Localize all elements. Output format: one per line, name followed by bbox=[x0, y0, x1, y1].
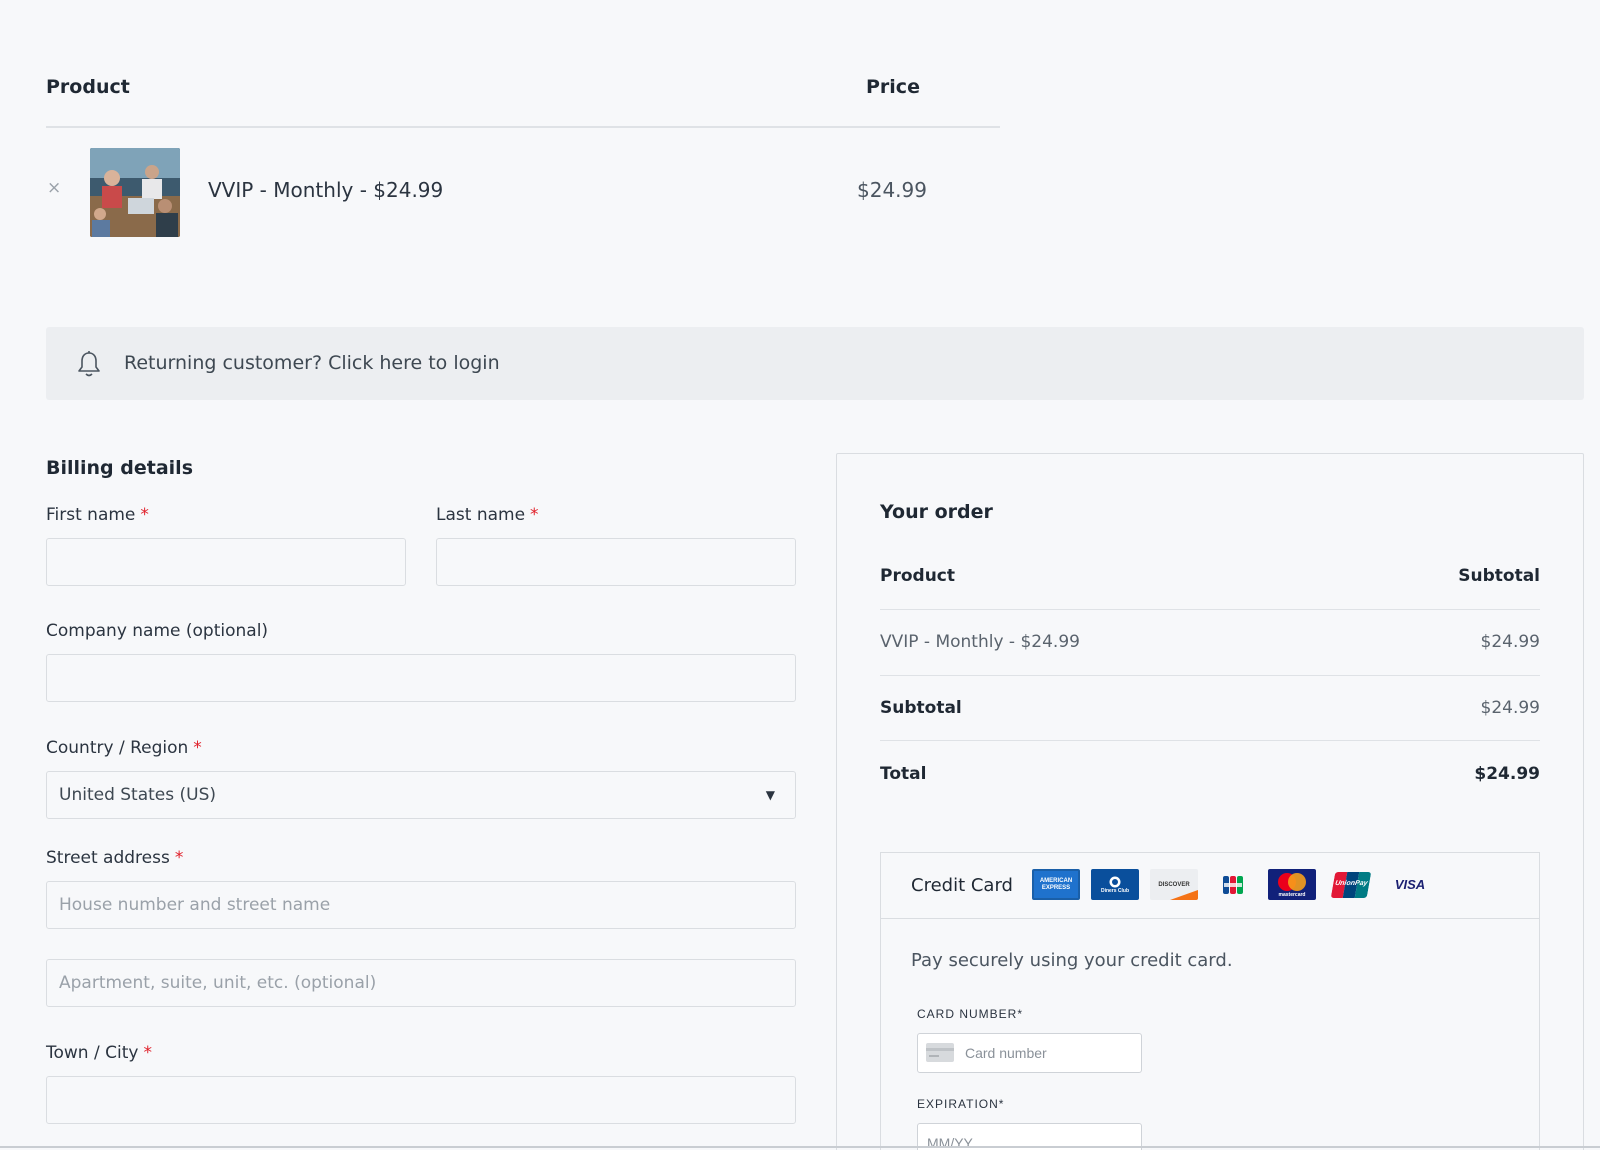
cart-divider bbox=[46, 126, 1000, 128]
bell-icon bbox=[78, 351, 100, 377]
mastercard-circles-icon bbox=[1278, 872, 1306, 891]
payment-description: Pay securely using your credit card. bbox=[911, 950, 1233, 971]
first-name-input[interactable] bbox=[46, 538, 406, 586]
country-label-text: Country / Region bbox=[46, 738, 189, 758]
discover-swoosh-icon bbox=[1170, 890, 1198, 900]
returning-customer-notice: Returning customer? Click here to login bbox=[46, 327, 1584, 400]
company-name-label: Company name (optional) bbox=[46, 621, 269, 641]
city-input[interactable] bbox=[46, 1076, 796, 1124]
mastercard-text: mastercard bbox=[1278, 891, 1306, 898]
required-mark: * bbox=[530, 505, 539, 525]
mastercard-icon: mastercard bbox=[1268, 869, 1316, 900]
order-item-name: VVIP - Monthly - $24.99 bbox=[880, 632, 1080, 652]
jcb-stripes-icon bbox=[1223, 875, 1243, 894]
unionpay-text: UnionPay bbox=[1334, 879, 1369, 887]
required-mark: * bbox=[140, 505, 149, 525]
billing-details-title: Billing details bbox=[46, 457, 193, 479]
remove-item-icon[interactable]: × bbox=[47, 180, 61, 197]
discover-text: DISCOVER bbox=[1158, 881, 1190, 888]
login-link[interactable]: Returning customer? Click here to login bbox=[124, 352, 500, 374]
diners-club-icon: Diners Club bbox=[1091, 869, 1139, 900]
cart-item-name[interactable]: VVIP - Monthly - $24.99 bbox=[208, 178, 443, 202]
required-mark: * bbox=[193, 738, 202, 758]
cart-item-price: $24.99 bbox=[857, 178, 927, 202]
credit-card-method-label[interactable]: Credit Card bbox=[911, 875, 1013, 896]
city-label: Town / City * bbox=[46, 1043, 152, 1063]
last-name-label-text: Last name bbox=[436, 505, 526, 525]
country-select[interactable]: United States (US) ▼ bbox=[46, 771, 796, 819]
visa-icon: VISA bbox=[1386, 869, 1434, 900]
diners-text: Diners Club bbox=[1100, 887, 1130, 894]
order-col-subtotal: Subtotal bbox=[1458, 566, 1540, 586]
required-mark: * bbox=[174, 848, 184, 868]
dropdown-arrow-icon: ▼ bbox=[765, 788, 775, 802]
street-address-label: Street address * bbox=[46, 848, 183, 868]
card-number-field[interactable] bbox=[917, 1033, 1142, 1073]
diners-circle-icon bbox=[1109, 876, 1121, 887]
card-number-label: CARD NUMBER* bbox=[917, 1007, 1024, 1021]
country-label: Country / Region * bbox=[46, 738, 202, 758]
order-divider bbox=[880, 675, 1540, 676]
unionpay-icon: UnionPay bbox=[1327, 869, 1375, 900]
unionpay-stripes: UnionPay bbox=[1330, 871, 1372, 898]
apartment-input[interactable] bbox=[46, 959, 796, 1007]
amex-icon: AMERICAN EXPRESS bbox=[1032, 869, 1080, 900]
last-name-label: Last name * bbox=[436, 505, 539, 525]
first-name-label: First name * bbox=[46, 505, 149, 525]
order-subtotal-value: $24.99 bbox=[1480, 698, 1540, 718]
order-total-label: Total bbox=[880, 764, 927, 784]
card-brand-icons: AMERICAN EXPRESS Diners Club DISCOVER ma… bbox=[1032, 869, 1434, 900]
first-name-label-text: First name bbox=[46, 505, 136, 525]
country-selected-value: United States (US) bbox=[59, 785, 217, 805]
city-label-text: Town / City bbox=[46, 1043, 139, 1063]
expiration-label: EXPIRATION* bbox=[917, 1097, 1005, 1111]
last-name-input[interactable] bbox=[436, 538, 796, 586]
order-subtotal-label: Subtotal bbox=[880, 698, 962, 718]
order-item-price: $24.99 bbox=[1480, 632, 1540, 652]
page-bottom-edge bbox=[0, 1146, 1600, 1148]
payment-divider bbox=[880, 918, 1540, 919]
your-order-title: Your order bbox=[880, 501, 993, 523]
street-address-input[interactable] bbox=[46, 881, 796, 929]
cart-header-price: Price bbox=[866, 76, 920, 98]
company-name-input[interactable] bbox=[46, 654, 796, 702]
credit-card-icon bbox=[926, 1043, 954, 1062]
order-col-product: Product bbox=[880, 566, 955, 586]
jcb-icon bbox=[1209, 869, 1257, 900]
order-divider bbox=[880, 740, 1540, 741]
product-photo-icon bbox=[90, 148, 180, 237]
street-address-label-text: Street address bbox=[46, 848, 170, 868]
order-divider bbox=[880, 609, 1540, 610]
product-thumbnail[interactable] bbox=[90, 148, 180, 237]
order-total-value: $24.99 bbox=[1474, 764, 1540, 784]
required-mark: * bbox=[143, 1043, 152, 1063]
cart-header-product: Product bbox=[46, 76, 130, 98]
discover-icon: DISCOVER bbox=[1150, 869, 1198, 900]
